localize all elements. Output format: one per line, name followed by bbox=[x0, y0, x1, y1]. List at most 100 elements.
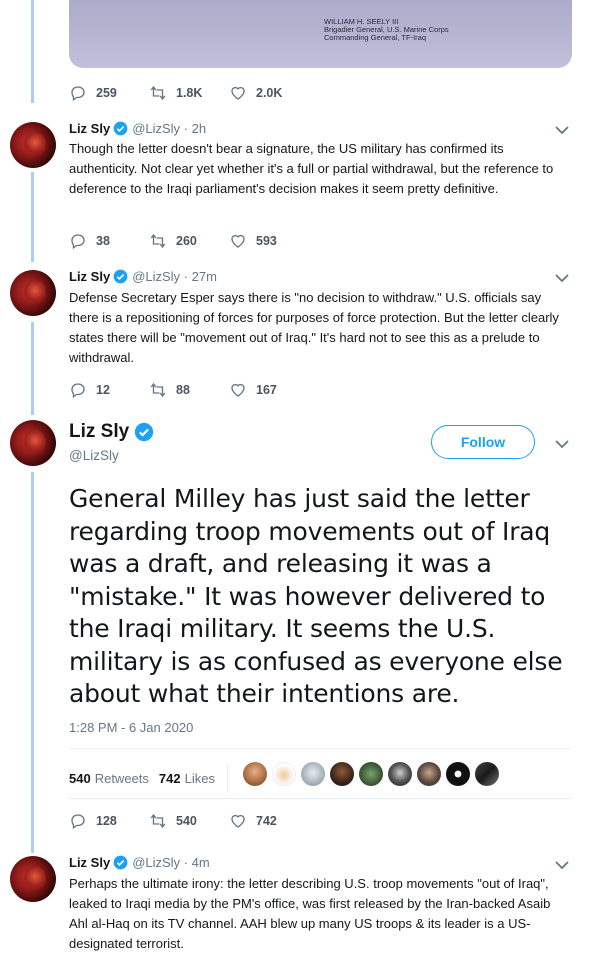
signature-line: Commanding General, TF-Iraq bbox=[324, 33, 426, 42]
thread-line bbox=[31, 0, 34, 103]
like-count: 742 bbox=[256, 814, 277, 828]
reply-count: 38 bbox=[96, 234, 110, 248]
follow-button[interactable]: Follow bbox=[431, 425, 535, 459]
thread-line bbox=[31, 472, 34, 853]
tweet-time[interactable]: 27m bbox=[192, 269, 217, 284]
like-count: 593 bbox=[256, 234, 277, 248]
reply-count: 259 bbox=[96, 86, 117, 100]
retweet-icon bbox=[150, 233, 166, 249]
thread-line bbox=[31, 172, 34, 262]
separator-dot: · bbox=[180, 855, 192, 870]
author-handle[interactable]: @LizSly bbox=[132, 855, 180, 870]
liker-avatar[interactable] bbox=[272, 762, 296, 786]
thread-line bbox=[31, 322, 34, 415]
retweet-button[interactable]: 88 bbox=[149, 381, 229, 399]
author-handle[interactable]: @LizSly bbox=[69, 448, 119, 463]
liker-avatar[interactable] bbox=[301, 762, 325, 786]
liker-avatars bbox=[243, 762, 504, 786]
heart-icon bbox=[231, 814, 245, 828]
liker-avatar[interactable] bbox=[388, 762, 412, 786]
main-tweet-text: General Milley has just said the letter … bbox=[69, 484, 563, 708]
like-button[interactable]: 593 bbox=[229, 232, 309, 250]
likes-count: 742 bbox=[158, 770, 181, 786]
verified-badge-icon bbox=[135, 422, 154, 442]
divider bbox=[69, 748, 571, 749]
retweet-button[interactable]: 1.8K bbox=[149, 84, 229, 102]
likes-label: Likes bbox=[184, 770, 215, 786]
avatar[interactable] bbox=[10, 420, 56, 466]
heart-icon bbox=[231, 383, 245, 397]
reply-button[interactable]: 12 bbox=[69, 381, 149, 399]
likes-stat[interactable]: 742 Likes bbox=[159, 771, 215, 786]
chevron-down-icon[interactable] bbox=[555, 860, 569, 870]
tweet-text: Perhaps the ultimate irony: the letter d… bbox=[69, 876, 551, 951]
like-count: 167 bbox=[256, 383, 277, 397]
author-handle[interactable]: @LizSly bbox=[132, 121, 180, 136]
retweet-count: 540 bbox=[176, 814, 197, 828]
attached-letter-image[interactable]: WILLIAM H. SEELY III Brigadier General, … bbox=[69, 0, 572, 68]
liker-avatar[interactable] bbox=[359, 762, 383, 786]
retweet-button[interactable]: 540 bbox=[149, 812, 229, 830]
divider bbox=[69, 798, 571, 799]
tweet-timestamp[interactable]: 1:28 PM - 6 Jan 2020 bbox=[69, 720, 193, 735]
retweet-icon bbox=[150, 85, 166, 101]
reply-icon bbox=[71, 234, 85, 250]
retweets-stat[interactable]: 540 Retweets bbox=[69, 771, 149, 786]
avatar[interactable] bbox=[10, 122, 56, 168]
tweet-time[interactable]: 2h bbox=[192, 121, 206, 136]
reply-count: 12 bbox=[96, 383, 110, 397]
reply-button[interactable]: 38 bbox=[69, 232, 149, 250]
divider bbox=[226, 763, 228, 793]
reply-icon bbox=[71, 814, 85, 830]
tweet-actions: 259 1.8K 2.0K bbox=[69, 84, 309, 102]
chevron-down-icon[interactable] bbox=[555, 273, 569, 283]
tweet-actions: 128 540 742 bbox=[69, 812, 309, 830]
verified-badge-icon bbox=[113, 855, 128, 870]
author-name[interactable]: Liz Sly bbox=[69, 855, 110, 870]
retweet-icon bbox=[150, 813, 166, 829]
liker-avatar[interactable] bbox=[446, 762, 470, 786]
like-button[interactable]: 167 bbox=[229, 381, 309, 399]
reply-button[interactable]: 128 bbox=[69, 812, 149, 830]
author-handle[interactable]: @LizSly bbox=[132, 269, 180, 284]
author-name[interactable]: Liz Sly bbox=[69, 121, 110, 136]
reply-icon bbox=[71, 383, 85, 399]
main-author: Liz Sly bbox=[69, 421, 158, 443]
retweet-count: 1.8K bbox=[176, 86, 203, 100]
retweet-count: 260 bbox=[176, 234, 197, 248]
retweet-icon bbox=[150, 382, 166, 398]
retweets-count: 540 bbox=[69, 770, 91, 786]
separator-dot: · bbox=[180, 121, 192, 136]
separator-dot: · bbox=[180, 269, 192, 284]
heart-icon bbox=[231, 86, 245, 100]
retweets-label: Retweets bbox=[94, 770, 149, 786]
reply-count: 128 bbox=[96, 814, 117, 828]
tweet-header: Liz Sly @LizSly · 4m bbox=[69, 855, 210, 870]
tweet-header: Liz Sly @LizSly · 27m bbox=[69, 269, 217, 284]
letter-signature-block: WILLIAM H. SEELY III Brigadier General, … bbox=[324, 18, 449, 42]
like-count: 2.0K bbox=[256, 86, 283, 100]
engagement-stats: 540 Retweets 742 Likes bbox=[69, 763, 236, 793]
reply-button[interactable]: 259 bbox=[69, 84, 149, 102]
tweet-actions: 12 88 167 bbox=[69, 381, 309, 399]
heart-icon bbox=[231, 234, 245, 248]
liker-avatar[interactable] bbox=[330, 762, 354, 786]
liker-avatar[interactable] bbox=[475, 762, 499, 786]
liker-avatar[interactable] bbox=[243, 762, 267, 786]
author-name[interactable]: Liz Sly bbox=[69, 269, 110, 284]
tweet-time[interactable]: 4m bbox=[192, 855, 210, 870]
chevron-down-icon[interactable] bbox=[555, 125, 569, 135]
chevron-down-icon[interactable] bbox=[555, 439, 569, 449]
retweet-button[interactable]: 260 bbox=[149, 232, 229, 250]
avatar[interactable] bbox=[10, 270, 56, 316]
tweet-text: Defense Secretary Esper says there is "n… bbox=[69, 290, 559, 365]
verified-badge-icon bbox=[113, 121, 128, 136]
like-button[interactable]: 742 bbox=[229, 812, 309, 830]
retweet-count: 88 bbox=[176, 383, 190, 397]
avatar[interactable] bbox=[10, 856, 56, 902]
like-button[interactable]: 2.0K bbox=[229, 84, 309, 102]
tweet-header: Liz Sly @LizSly · 2h bbox=[69, 121, 206, 136]
author-name[interactable]: Liz Sly bbox=[69, 421, 129, 443]
liker-avatar[interactable] bbox=[417, 762, 441, 786]
tweet-text: Though the letter doesn't bear a signatu… bbox=[69, 141, 554, 196]
